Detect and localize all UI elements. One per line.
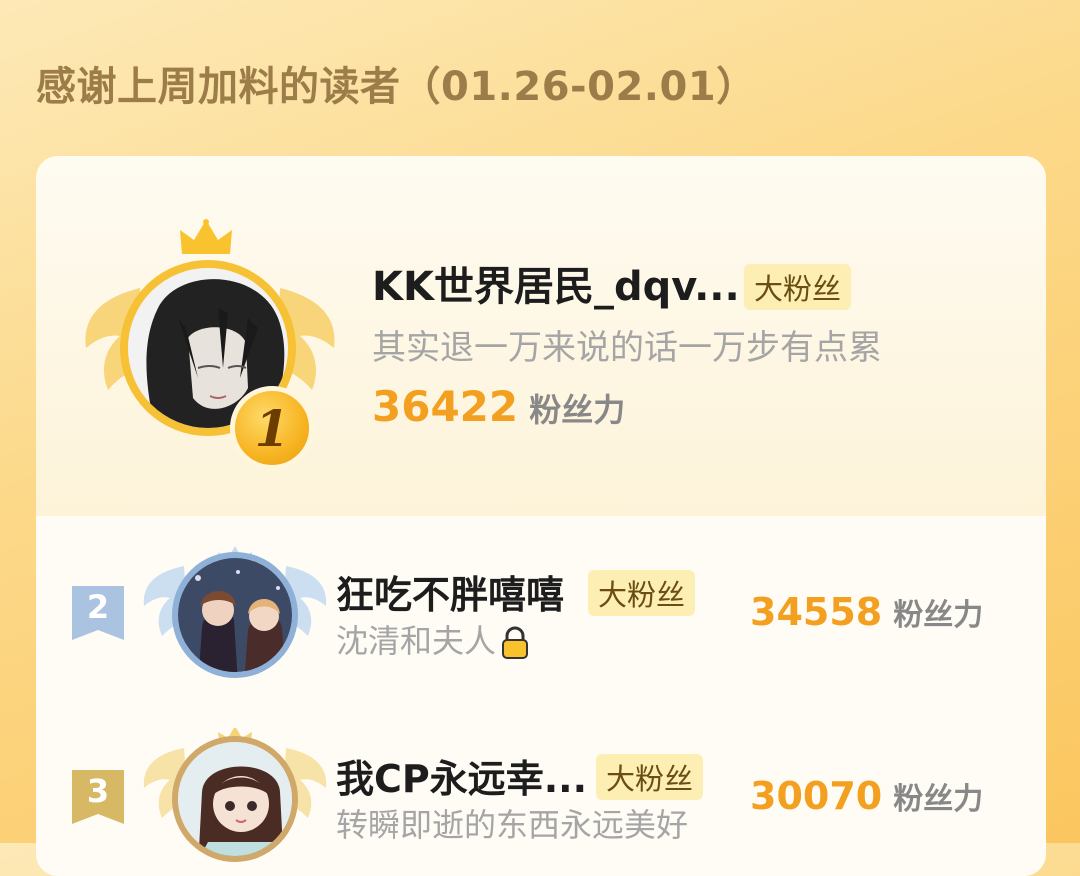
fan-score: 30070 粉丝力 — [750, 774, 984, 818]
fan-name[interactable]: 我CP永远幸... — [336, 748, 587, 803]
avatar[interactable] — [172, 736, 298, 862]
fan-name[interactable]: 狂吃不胖嘻嘻 — [336, 564, 564, 619]
fan-signature: 沈清和夫人 — [336, 616, 530, 662]
list-item[interactable]: 2 狂吃不胖嘻嘻 大粉丝 沈清和夫人 34558 粉丝力 — [36, 516, 1046, 696]
score-value: 36422 — [372, 382, 519, 431]
score-unit: 粉丝力 — [529, 391, 626, 429]
fan-ranking-card: 1 KK世界居民_dqv... 大粉丝 其实退一万来说的话一万步有点累 3642… — [36, 156, 1046, 876]
fan-level-badge: 大粉丝 — [588, 570, 696, 616]
fan-score: 34558 粉丝力 — [750, 590, 984, 634]
lock-icon — [502, 626, 529, 659]
fan-level-badge: 大粉丝 — [744, 264, 852, 310]
top-fan-signature: 其实退一万来说的话一万步有点累 — [372, 328, 882, 368]
top-fan-score: 36422 粉丝力 — [372, 382, 625, 431]
fan-signature: 转瞬即逝的东西永远美好 — [336, 806, 689, 844]
list-item[interactable]: 3 我CP永远幸... 大粉丝 转瞬即逝的东西永远美好 30070 粉丝力 — [36, 700, 1046, 876]
page-title: 感谢上周加料的读者（01.26-02.01） — [36, 64, 757, 110]
top-fan-avatar-group[interactable]: 1 — [80, 218, 340, 470]
fan-list: 2 狂吃不胖嘻嘻 大粉丝 沈清和夫人 34558 粉丝力 3 我CP永远幸...… — [36, 516, 1046, 876]
avatar[interactable] — [172, 552, 298, 678]
fan-level-badge: 大粉丝 — [596, 754, 704, 800]
crown-icon — [180, 219, 232, 254]
rank-one-medal: 1 — [230, 386, 314, 470]
top-fan-section[interactable]: 1 KK世界居民_dqv... 大粉丝 其实退一万来说的话一万步有点累 3642… — [36, 156, 1046, 516]
rank-badge: 2 — [72, 586, 124, 640]
top-fan-name[interactable]: KK世界居民_dqv... — [372, 254, 740, 312]
rank-badge: 3 — [72, 770, 124, 824]
